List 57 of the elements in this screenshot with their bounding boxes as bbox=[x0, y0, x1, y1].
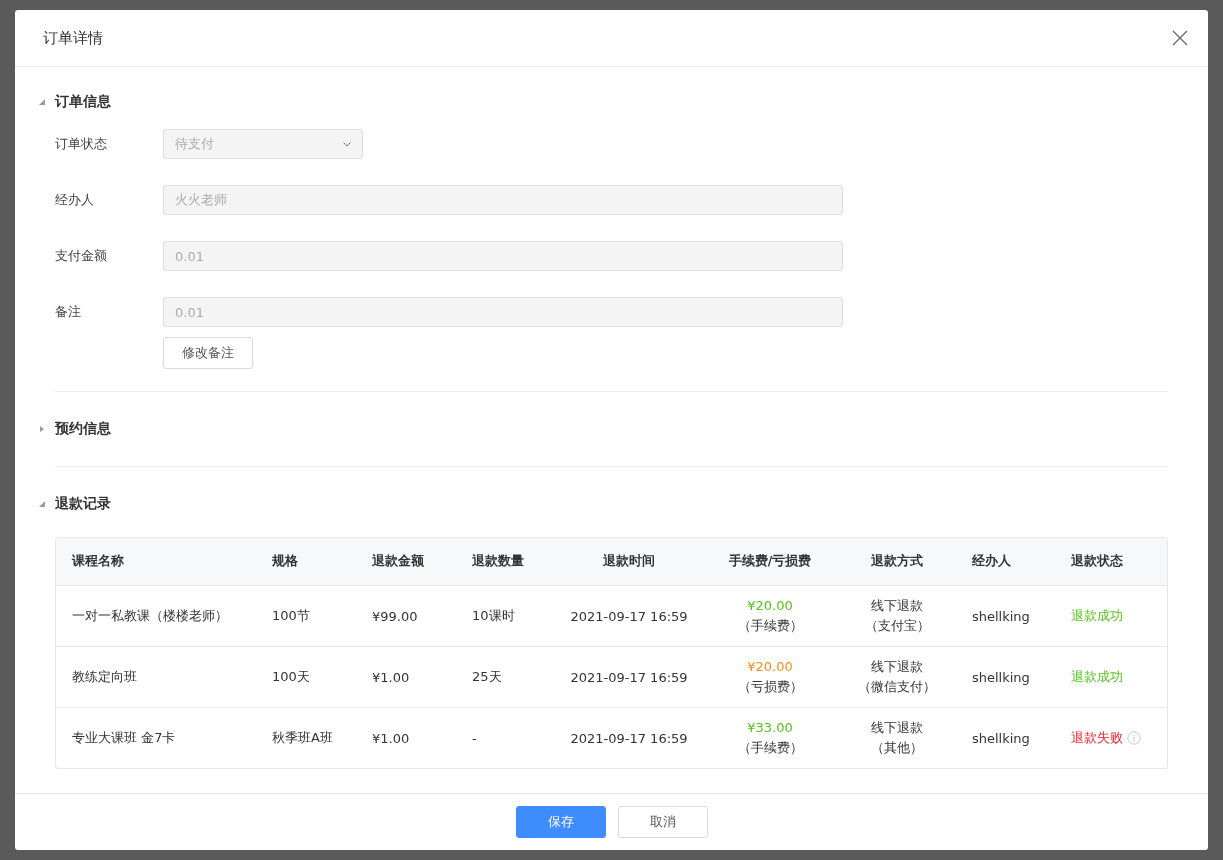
table-cell-text: ¥99.00 bbox=[371, 608, 419, 624]
section-title[interactable]: 预约信息 bbox=[55, 420, 111, 438]
field-label: 支付金额 bbox=[55, 247, 108, 265]
table-cell-text: 100天 bbox=[271, 668, 311, 686]
fee-amount: ¥20.00 bbox=[747, 597, 793, 615]
table-cell-text: ¥1.00 bbox=[371, 730, 411, 746]
table-cell-text: ¥1.00 bbox=[371, 669, 411, 685]
table-cell-text: 100节 bbox=[271, 607, 311, 625]
edit-remark-button[interactable]: 修改备注 bbox=[163, 337, 253, 369]
column-header: 退款状态 bbox=[1070, 553, 1124, 570]
refund-status: 退款成功 bbox=[1071, 607, 1123, 625]
section-title[interactable]: 订单信息 bbox=[55, 93, 111, 111]
table-cell-text: shellking bbox=[971, 730, 1031, 746]
refund-channel: （支付宝） bbox=[864, 617, 930, 635]
table-cell-text: 教练定向班 bbox=[71, 668, 138, 686]
caret-icon[interactable] bbox=[39, 99, 45, 105]
column-header: 规格 bbox=[271, 553, 299, 570]
refund-method: 线下退款 bbox=[871, 719, 923, 737]
refund-status: 退款失败 bbox=[1071, 729, 1123, 747]
table-cell-text: shellking bbox=[971, 669, 1031, 685]
chevron-down-icon bbox=[343, 141, 351, 147]
column-header: 退款时间 bbox=[602, 553, 656, 570]
refund-channel: （微信支付） bbox=[858, 678, 936, 696]
column-header: 手续费/亏损费 bbox=[727, 553, 813, 570]
section-title[interactable]: 退款记录 bbox=[55, 495, 111, 513]
table-cell-text: 2021-09-17 16:59 bbox=[569, 608, 689, 624]
column-header: 退款金额 bbox=[371, 553, 425, 570]
table-cell-text: 一对一私教课（楼楼老师） bbox=[71, 607, 229, 625]
cancel-button[interactable]: 取消 bbox=[617, 806, 708, 838]
fee-amount: ¥33.00 bbox=[747, 719, 793, 737]
close-icon[interactable] bbox=[1172, 30, 1188, 46]
table-cell-text: 专业大课班 金7卡 bbox=[71, 729, 177, 747]
table-cell-text: 秋季班A班 bbox=[271, 729, 334, 747]
fee-type: （手续费） bbox=[737, 739, 803, 757]
caret-icon[interactable] bbox=[39, 426, 45, 432]
column-header: 经办人 bbox=[971, 553, 1012, 570]
fee-type: （手续费） bbox=[737, 617, 803, 635]
refund-method: 线下退款 bbox=[871, 658, 923, 676]
table-cell-text: 25天 bbox=[471, 668, 503, 686]
field-label: 经办人 bbox=[55, 191, 95, 209]
table-cell-text: - bbox=[471, 730, 478, 746]
column-header: 退款数量 bbox=[471, 553, 525, 570]
dialog-title: 订单详情 bbox=[43, 28, 103, 48]
fee-amount: ¥20.00 bbox=[747, 658, 793, 676]
field-label: 订单状态 bbox=[55, 135, 108, 153]
column-header: 退款方式 bbox=[870, 553, 924, 570]
table-cell-text: shellking bbox=[971, 608, 1031, 624]
table-cell-text: 10课时 bbox=[471, 607, 516, 625]
refund-channel: （其他） bbox=[871, 739, 923, 757]
fee-type: （亏损费） bbox=[737, 678, 803, 696]
caret-icon[interactable] bbox=[39, 501, 45, 507]
refund-status: 退款成功 bbox=[1071, 668, 1123, 686]
field-label: 备注 bbox=[55, 303, 82, 321]
table-cell-text: 2021-09-17 16:59 bbox=[569, 669, 689, 685]
table-cell-text: 2021-09-17 16:59 bbox=[569, 730, 689, 746]
column-header: 课程名称 bbox=[70, 553, 125, 570]
refund-method: 线下退款 bbox=[871, 597, 923, 615]
